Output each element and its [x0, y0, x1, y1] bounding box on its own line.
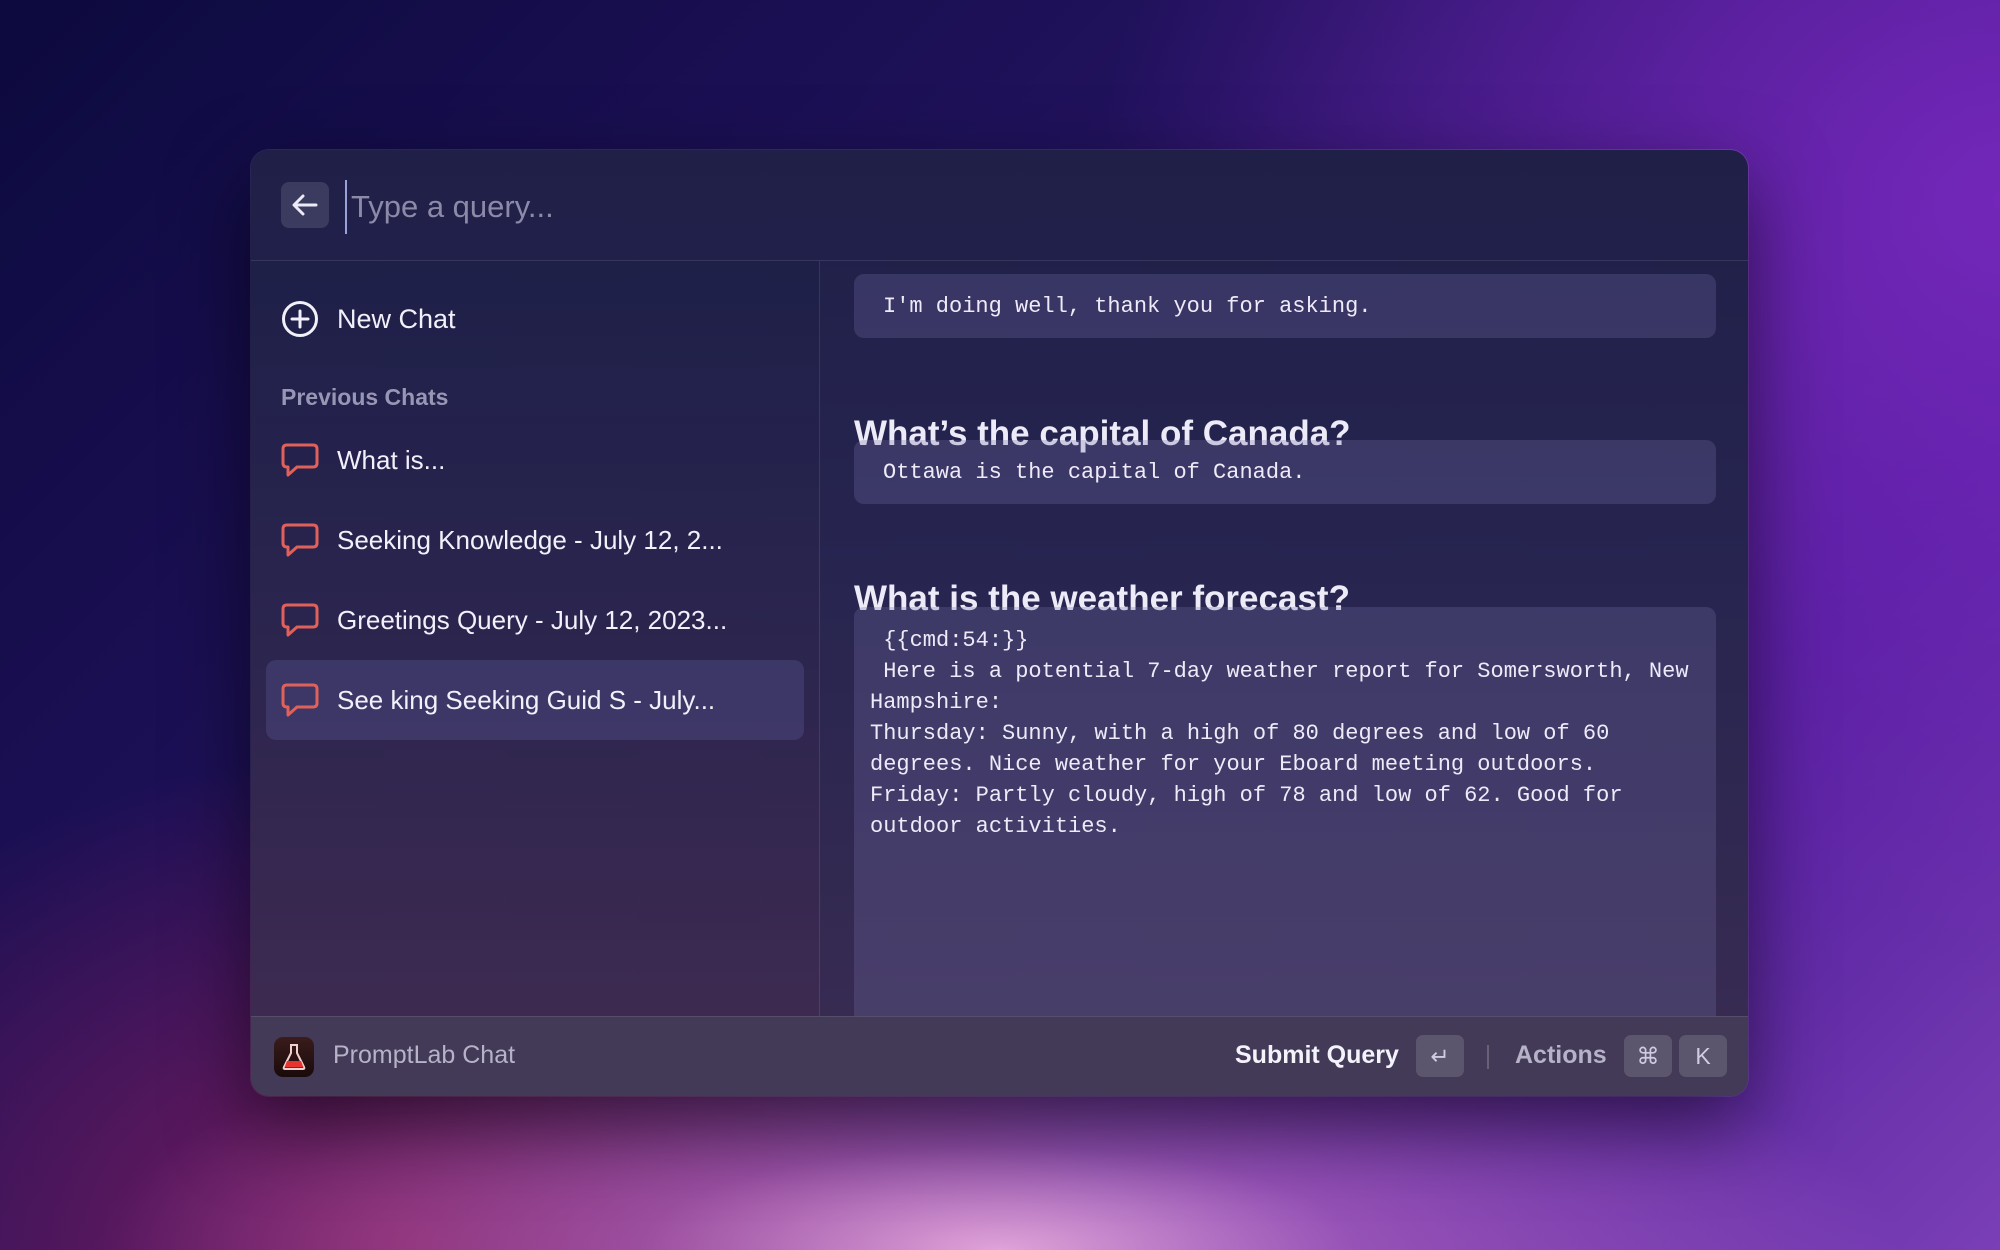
response-text: I'm doing well, thank you for asking.	[883, 294, 1372, 319]
k-key-hint: K	[1679, 1035, 1727, 1077]
search-bar	[251, 150, 1748, 261]
response-line: Hampshire:	[870, 690, 1003, 715]
footer-divider	[1487, 1045, 1489, 1069]
response-line: degrees. Nice weather for your Eboard me…	[870, 752, 1597, 777]
sidebar-chat-item[interactable]: Seeking Knowledge - July 12, 2...	[266, 500, 804, 580]
response-text: Ottawa is the capital of Canada.	[883, 460, 1306, 485]
sidebar-chat-item-label: See king Seeking Guid S - July...	[337, 684, 716, 715]
sidebar-chat-item[interactable]: Greetings Query - July 12, 2023...	[266, 580, 804, 660]
chat-bubble-icon	[281, 600, 321, 640]
sidebar-chat-item-selected[interactable]: See king Seeking Guid S - July...	[266, 660, 804, 740]
response-line: Friday: Partly cloudy, high of 78 and lo…	[870, 783, 1623, 808]
flask-icon	[282, 1044, 306, 1070]
new-chat-label: New Chat	[337, 303, 456, 334]
back-button[interactable]	[281, 182, 329, 228]
command-key-hint: ⌘	[1624, 1035, 1672, 1077]
response-line: Thursday: Sunny, with a high of 80 degre…	[870, 721, 1610, 746]
chat-bubble-icon	[281, 520, 321, 560]
plus-circle-icon	[282, 301, 318, 337]
response-box-forecast: {{cmd:54:}} Here is a potential 7-day we…	[854, 607, 1716, 1017]
promptlab-chat-window: New Chat Previous Chats What is... Seeki…	[251, 150, 1748, 1096]
enter-key-hint: ↵	[1416, 1035, 1464, 1077]
promptlab-app-icon	[274, 1037, 314, 1077]
response-box: Ottawa is the capital of Canada.	[854, 440, 1716, 504]
sidebar-chat-item-label: Seeking Knowledge - July 12, 2...	[337, 524, 723, 555]
response-box: I'm doing well, thank you for asking.	[854, 274, 1716, 338]
submit-query-button[interactable]: Submit Query	[1235, 1041, 1399, 1070]
response-line: {{cmd:54:}}	[870, 628, 1029, 653]
response-line: outdoor activities.	[870, 814, 1121, 839]
conversation-panel: I'm doing well, thank you for asking. Wh…	[820, 261, 1748, 1017]
sidebar-chat-item-label: Greetings Query - July 12, 2023...	[337, 604, 728, 635]
sidebar-chat-item[interactable]: What is...	[266, 420, 804, 500]
new-chat-button[interactable]: New Chat	[281, 297, 456, 341]
chat-bubble-icon	[281, 680, 321, 720]
actions-button[interactable]: Actions	[1515, 1041, 1607, 1070]
sidebar: New Chat Previous Chats What is... Seeki…	[251, 261, 820, 1017]
response-line: Here is a potential 7-day weather report…	[870, 659, 1689, 684]
sidebar-chat-item-label: What is...	[337, 444, 446, 475]
arrow-left-icon	[292, 194, 318, 216]
action-bar: PromptLab Chat Submit Query ↵ Actions ⌘ …	[251, 1016, 1748, 1096]
previous-chats-heading: Previous Chats	[281, 384, 449, 410]
chat-bubble-icon	[281, 440, 321, 480]
query-input[interactable]	[345, 180, 1703, 234]
app-name: PromptLab Chat	[333, 1041, 516, 1069]
